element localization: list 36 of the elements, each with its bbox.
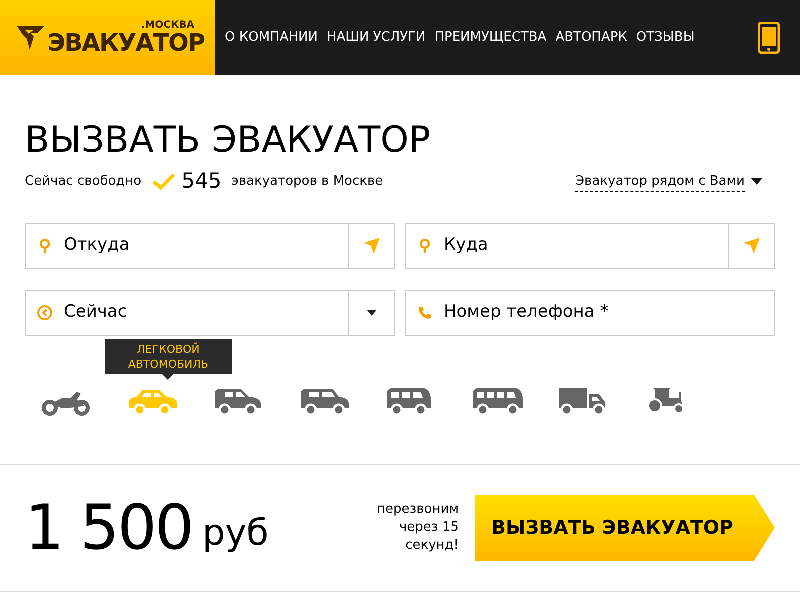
nav-link[interactable]: ПРЕИМУЩЕСТВА <box>434 28 547 48</box>
nav-link[interactable]: ОТЗЫВЫ <box>636 28 695 48</box>
available-count: 545 <box>182 168 222 196</box>
call-button[interactable]: ВЫЗВАТЬ ЭВАКУАТОР <box>475 494 775 562</box>
dropdown-icon <box>751 178 763 186</box>
availability-text: Сейчас свободно <box>25 173 142 192</box>
time-select[interactable]: Сейчас <box>25 290 395 336</box>
input-field[interactable]: Номер телефона * <box>405 290 775 336</box>
price-currency: руб <box>202 512 269 556</box>
price-amount: 1 500 <box>25 497 192 559</box>
phone-icon <box>418 306 432 320</box>
time-select[interactable]: Сейчас <box>64 300 348 326</box>
input-field[interactable]: Откуда <box>25 223 395 269</box>
page-title: ВЫЗВАТЬ ЭВАКУАТОР <box>25 119 432 163</box>
pin-icon <box>39 238 51 254</box>
logo-icon <box>16 25 46 51</box>
vehicle-tooltip: ЛЕГКОВОЙ АВТОМОБИЛЬ <box>105 339 232 380</box>
logo[interactable]: .МОСКВА ЭВАКУАТОР <box>0 0 215 75</box>
pin-icon <box>419 238 431 254</box>
input-field[interactable]: Куда <box>444 233 728 259</box>
logo-text: ЭВАКУАТОР <box>48 31 205 55</box>
input-field[interactable]: Куда <box>405 223 775 269</box>
logo-city: .МОСКВА <box>141 21 195 31</box>
phone-icon[interactable] <box>758 22 780 54</box>
input-field[interactable]: Откуда <box>64 233 348 259</box>
bus-icon[interactable] <box>471 386 525 416</box>
nearby-link[interactable]: Эвакуатор рядом с Вами <box>575 172 745 192</box>
clock-icon <box>37 305 53 321</box>
dropdown-icon[interactable] <box>366 310 376 316</box>
check-icon <box>152 173 176 191</box>
availability-text: эвакуаторов в Москве <box>232 173 384 192</box>
nav-link[interactable]: НАШИ УСЛУГИ <box>326 28 426 48</box>
input-field[interactable]: Номер телефона * <box>444 300 774 326</box>
nav-link[interactable]: АВТОПАРК <box>556 28 628 48</box>
nav-link[interactable]: О КОМПАНИИ <box>225 28 318 48</box>
callback-note: перезвоним через 15 секунд! <box>376 501 459 555</box>
